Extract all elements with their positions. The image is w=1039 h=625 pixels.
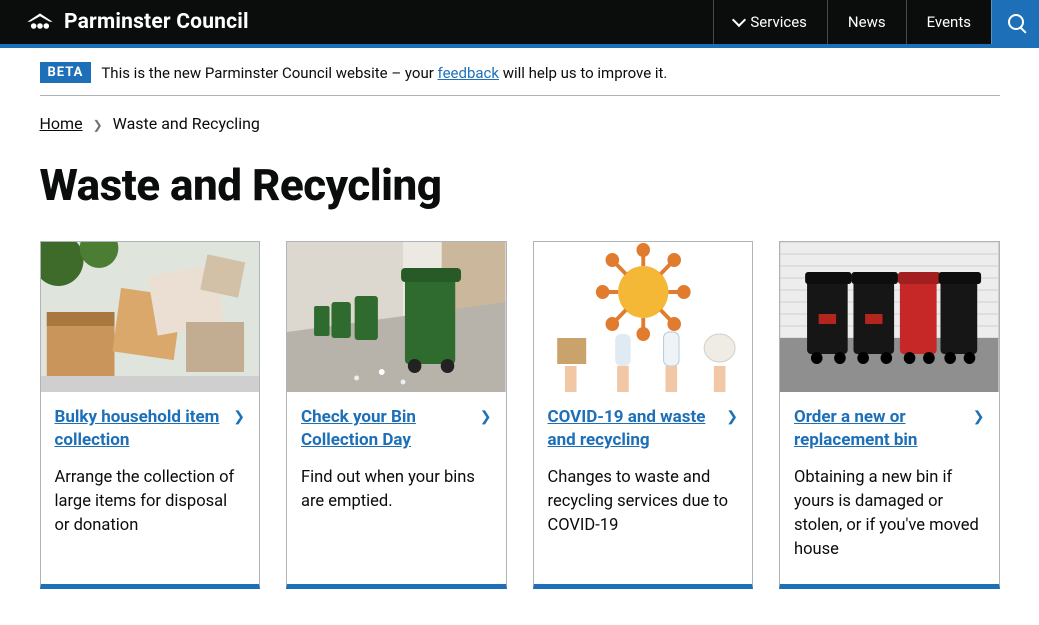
beta-pre: This is the new Parminster Council websi…: [101, 64, 437, 82]
nav-search-button[interactable]: [991, 0, 1039, 44]
chevron-down-icon: [732, 13, 746, 27]
card-desc: Changes to waste and recycling services …: [548, 466, 739, 538]
nav-services[interactable]: Services: [713, 0, 827, 44]
breadcrumb: Home ❯ Waste and Recycling: [40, 96, 1000, 139]
card-bulky-collection[interactable]: Bulky household item collection ❯ Arrang…: [40, 241, 261, 589]
card-title-link[interactable]: Check your Bin Collection Day: [301, 406, 470, 452]
nav-events-label: Events: [927, 13, 971, 31]
brand-title: Parminster Council: [64, 10, 249, 34]
breadcrumb-home[interactable]: Home: [40, 114, 83, 133]
beta-tag: BETA: [40, 62, 92, 83]
card-image: [41, 242, 260, 392]
card-title-link[interactable]: COVID-19 and waste and recycling: [548, 406, 717, 452]
card-bin-collection-day[interactable]: Check your Bin Collection Day ❯ Find out…: [286, 241, 507, 589]
card-desc: Obtaining a new bin if yours is damaged …: [794, 466, 985, 562]
card-image: [780, 242, 999, 392]
nav-events[interactable]: Events: [906, 0, 991, 44]
nav-services-label: Services: [750, 13, 807, 31]
site-header: Parminster Council Services News Events: [0, 0, 1039, 44]
chevron-right-icon: ❯: [480, 409, 492, 425]
card-covid-waste[interactable]: COVID-19 and waste and recycling ❯ Chang…: [533, 241, 754, 589]
primary-nav: Services News Events: [713, 0, 1039, 44]
council-logo-icon: [26, 12, 54, 32]
card-image: [534, 242, 753, 392]
nav-news-label: News: [848, 13, 886, 31]
card-desc: Arrange the collection of large items fo…: [55, 466, 246, 538]
chevron-right-icon: ❯: [233, 409, 245, 425]
beta-post: will help us to improve it.: [499, 64, 667, 82]
card-image: [287, 242, 506, 392]
card-order-bin[interactable]: Order a new or replacement bin ❯ Obtaini…: [779, 241, 1000, 589]
chevron-right-icon: ❯: [93, 118, 103, 132]
card-desc: Find out when your bins are emptied.: [301, 466, 492, 514]
page-title: Waste and Recycling: [40, 159, 1000, 211]
beta-banner: BETA This is the new Parminster Council …: [40, 48, 1000, 96]
feedback-link[interactable]: feedback: [438, 64, 499, 82]
cards-grid: Bulky household item collection ❯ Arrang…: [40, 241, 1000, 589]
breadcrumb-current: Waste and Recycling: [113, 114, 260, 133]
card-title-link[interactable]: Bulky household item collection: [55, 406, 224, 452]
brand[interactable]: Parminster Council: [0, 10, 249, 34]
chevron-right-icon: ❯: [973, 409, 985, 425]
nav-news[interactable]: News: [827, 0, 906, 44]
chevron-right-icon: ❯: [726, 409, 738, 425]
search-icon: [1008, 14, 1024, 30]
card-title-link[interactable]: Order a new or replacement bin: [794, 406, 963, 452]
beta-text: This is the new Parminster Council websi…: [101, 64, 667, 82]
